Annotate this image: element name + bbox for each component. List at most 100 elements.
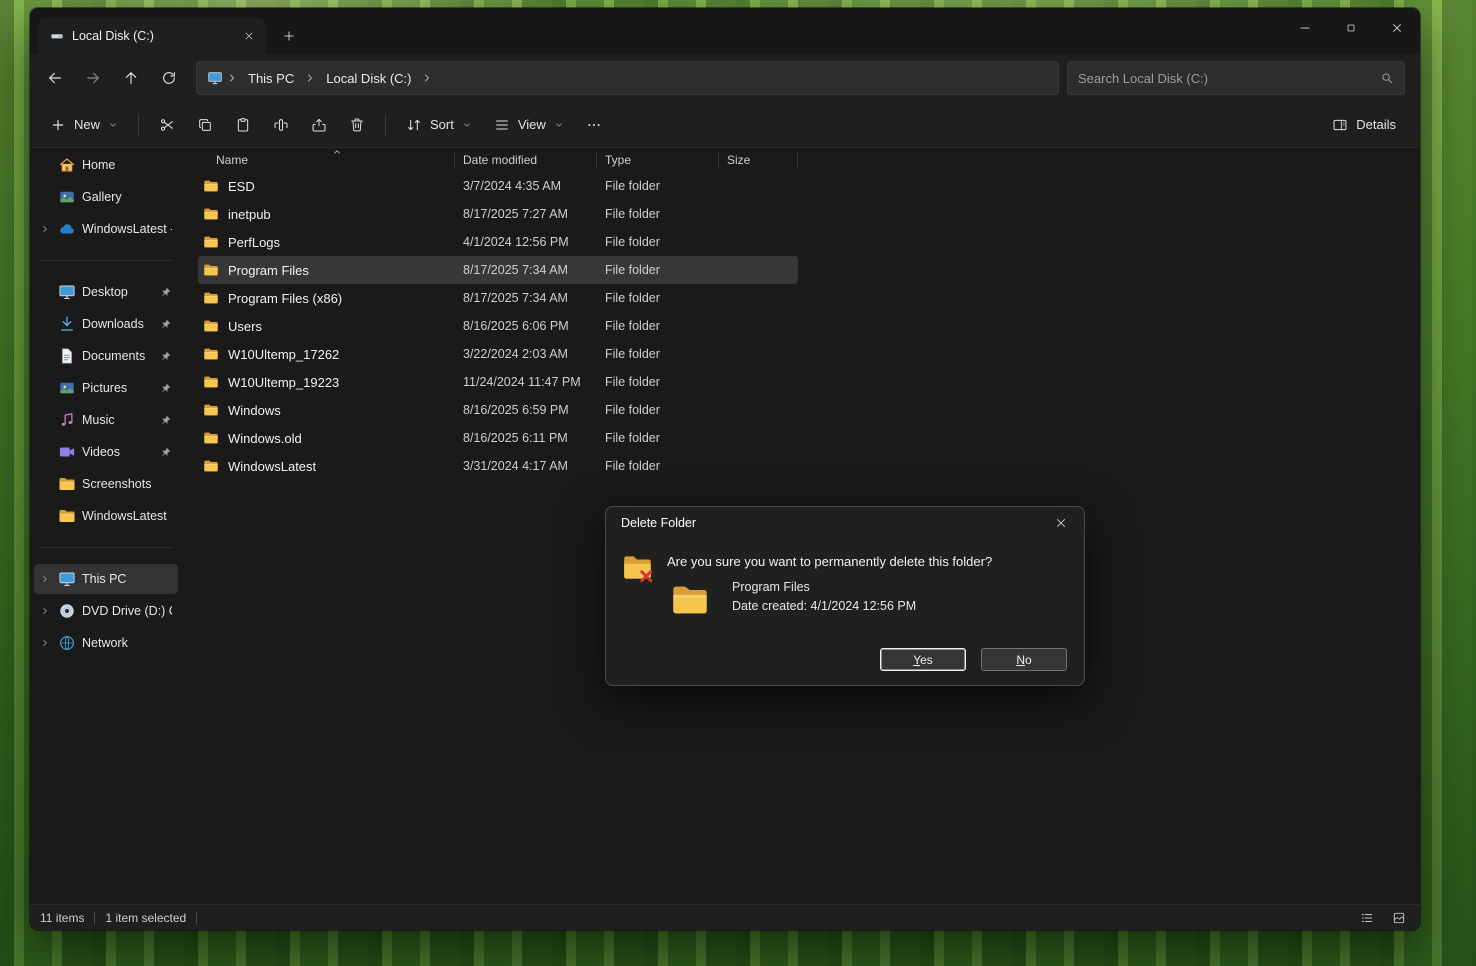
table-row[interactable]: W10Ultemp_19223 11/24/2024 11:47 PM File…: [198, 368, 798, 396]
file-date: 11/24/2024 11:47 PM: [455, 375, 597, 389]
chevron-right-icon[interactable]: [38, 224, 52, 234]
file-type: File folder: [597, 263, 719, 277]
share-button[interactable]: [301, 108, 337, 142]
sidebar-item-screenshots[interactable]: Screenshots: [34, 469, 178, 499]
sort-button[interactable]: Sort: [396, 108, 482, 142]
file-type: File folder: [597, 403, 719, 417]
chevron-right-icon[interactable]: [38, 638, 52, 648]
dialog-body: Are you sure you want to permanently del…: [606, 538, 1084, 648]
column-header-type[interactable]: Type: [597, 148, 719, 172]
sidebar-item-videos[interactable]: Videos: [34, 437, 178, 467]
table-row[interactable]: WindowsLatest 3/31/2024 4:17 AM File fol…: [198, 452, 798, 480]
breadcrumb-local-disk[interactable]: Local Disk (C:): [319, 68, 418, 89]
sidebar-item-documents[interactable]: Documents: [34, 341, 178, 371]
sidebar-item-gallery[interactable]: Gallery: [34, 182, 178, 212]
back-button[interactable]: [36, 61, 74, 95]
sidebar-item-onedrive[interactable]: WindowsLatest - Pe: [34, 214, 178, 244]
dialog-file-info: Program Files Date created: 4/1/2024 12:…: [667, 577, 992, 620]
pin-icon: [160, 350, 172, 362]
dialog-close-button[interactable]: [1044, 510, 1078, 535]
sidebar-item-home[interactable]: Home: [34, 150, 178, 180]
gallery-icon: [58, 188, 76, 206]
sidebar-item-dvd-drive[interactable]: DVD Drive (D:) CCC: [34, 596, 178, 626]
maximize-button[interactable]: [1328, 8, 1374, 48]
title-bar[interactable]: Local Disk (C:): [30, 8, 1420, 54]
table-row[interactable]: PerfLogs 4/1/2024 12:56 PM File folder: [198, 228, 798, 256]
tab-close-button[interactable]: [238, 25, 260, 47]
folder-icon: [58, 475, 76, 493]
sidebar-item-music[interactable]: Music: [34, 405, 178, 435]
yes-button[interactable]: Yes: [880, 648, 966, 671]
table-row[interactable]: Windows 8/16/2025 6:59 PM File folder: [198, 396, 798, 424]
new-button[interactable]: New: [40, 108, 128, 142]
table-row[interactable]: ESD 3/7/2024 4:35 AM File folder: [198, 172, 798, 200]
close-button[interactable]: [1374, 8, 1420, 48]
file-name: PerfLogs: [228, 235, 280, 250]
file-type: File folder: [597, 459, 719, 473]
folder-icon: [203, 234, 219, 250]
minimize-icon: [1298, 21, 1312, 35]
column-header-size[interactable]: Size: [719, 148, 798, 172]
file-rows: ESD 3/7/2024 4:35 AM File folder inetpub…: [198, 172, 1420, 480]
sidebar-divider: [40, 547, 172, 548]
navigation-bar: This PC Local Disk (C:): [30, 54, 1420, 102]
delete-folder-dialog: Delete Folder Are you sure you want to p…: [605, 506, 1085, 686]
file-explorer-window: Local Disk (C:) This PC Local Disk (C:): [30, 8, 1420, 930]
paste-button[interactable]: [225, 108, 261, 142]
sidebar-item-pictures[interactable]: Pictures: [34, 373, 178, 403]
status-divider: [94, 912, 95, 924]
file-name: W10Ultemp_17262: [228, 347, 339, 362]
column-headers: Name Date modified Type Size: [198, 148, 1420, 172]
column-header-date-modified[interactable]: Date modified: [455, 148, 597, 172]
details-view-button[interactable]: [1356, 908, 1378, 928]
up-button[interactable]: [112, 61, 150, 95]
search-icon: [1380, 71, 1394, 85]
monitor-icon: [58, 570, 76, 588]
table-row[interactable]: inetpub 8/17/2025 7:27 AM File folder: [198, 200, 798, 228]
details-button-label: Details: [1356, 117, 1396, 132]
large-icons-view-button[interactable]: [1388, 908, 1410, 928]
folder-icon: [203, 262, 219, 278]
sidebar-item-network[interactable]: Network: [34, 628, 178, 658]
search-input[interactable]: [1078, 71, 1380, 86]
explorer-tab[interactable]: Local Disk (C:): [38, 18, 266, 54]
folder-icon: [203, 290, 219, 306]
forward-button[interactable]: [74, 61, 112, 95]
chevron-right-icon[interactable]: [38, 606, 52, 616]
search-box[interactable]: [1067, 61, 1405, 95]
address-bar[interactable]: This PC Local Disk (C:): [196, 61, 1059, 95]
cut-button[interactable]: [149, 108, 185, 142]
folder-icon: [203, 318, 219, 334]
dialog-titlebar[interactable]: Delete Folder: [606, 507, 1084, 538]
view-button[interactable]: View: [484, 108, 574, 142]
scissors-icon: [159, 117, 175, 133]
table-row[interactable]: Program Files (x86) 8/17/2025 7:34 AM Fi…: [198, 284, 798, 312]
column-header-name[interactable]: Name: [198, 148, 455, 172]
folder-icon: [58, 507, 76, 525]
breadcrumb-this-pc[interactable]: This PC: [241, 68, 301, 89]
chevron-right-icon[interactable]: [38, 574, 52, 584]
copy-button[interactable]: [187, 108, 223, 142]
minimize-button[interactable]: [1282, 8, 1328, 48]
more-options-button[interactable]: [576, 108, 612, 142]
table-row[interactable]: Users 8/16/2025 6:06 PM File folder: [198, 312, 798, 340]
table-row[interactable]: W10Ultemp_17262 3/22/2024 2:03 AM File f…: [198, 340, 798, 368]
sort-icon: [406, 117, 422, 133]
table-row-selected[interactable]: Program Files 8/17/2025 7:34 AM File fol…: [198, 256, 798, 284]
no-button[interactable]: No: [981, 648, 1067, 671]
sidebar-item-this-pc[interactable]: This PC: [34, 564, 178, 594]
pin-icon: [160, 286, 172, 298]
delete-button[interactable]: [339, 108, 375, 142]
new-button-label: New: [74, 117, 100, 132]
sidebar-item-downloads[interactable]: Downloads: [34, 309, 178, 339]
sidebar-item-desktop[interactable]: Desktop: [34, 277, 178, 307]
file-name: ESD: [228, 179, 255, 194]
details-button[interactable]: Details: [1322, 108, 1406, 142]
rename-button[interactable]: [263, 108, 299, 142]
table-row[interactable]: Windows.old 8/16/2025 6:11 PM File folde…: [198, 424, 798, 452]
close-icon: [1054, 516, 1068, 530]
refresh-button[interactable]: [150, 61, 188, 95]
item-count: 11 items: [40, 911, 84, 925]
sidebar-item-windowslatest[interactable]: WindowsLatest: [34, 501, 178, 531]
new-tab-button[interactable]: [274, 21, 304, 51]
